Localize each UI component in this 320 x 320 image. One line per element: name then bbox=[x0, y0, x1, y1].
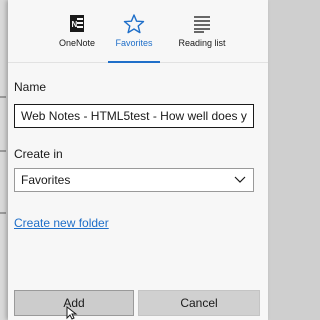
tab-favorites-label: Favorites bbox=[115, 38, 153, 48]
create-in-selected-value: Favorites bbox=[21, 173, 71, 187]
create-in-label: Create in bbox=[14, 147, 63, 161]
tab-reading-list[interactable]: Reading list bbox=[164, 0, 240, 62]
tab-onenote-label: OneNote bbox=[58, 38, 96, 48]
background-page-strip bbox=[0, 0, 8, 320]
cancel-button[interactable]: Cancel bbox=[138, 290, 260, 316]
name-input[interactable]: Web Notes - HTML5test - How well does y bbox=[14, 104, 254, 128]
onenote-icon: N bbox=[70, 15, 84, 32]
tab-onenote[interactable]: N OneNote bbox=[42, 0, 112, 62]
selected-tab-indicator bbox=[108, 61, 160, 63]
create-in-dropdown[interactable]: Favorites bbox=[14, 168, 254, 192]
star-icon bbox=[123, 14, 145, 34]
tab-reading-list-label: Reading list bbox=[178, 38, 226, 48]
svg-text:N: N bbox=[72, 20, 78, 29]
tab-bar: N OneNote Favorites Reading list bbox=[8, 0, 268, 63]
mouse-cursor-icon bbox=[66, 306, 78, 320]
reading-list-icon bbox=[194, 16, 210, 33]
add-to-favorites-panel: N OneNote Favorites Reading list Name We… bbox=[8, 0, 268, 320]
create-new-folder-link[interactable]: Create new folder bbox=[14, 216, 109, 230]
chevron-down-icon bbox=[234, 176, 246, 183]
tab-favorites[interactable]: Favorites bbox=[104, 0, 164, 63]
name-label: Name bbox=[14, 80, 47, 94]
